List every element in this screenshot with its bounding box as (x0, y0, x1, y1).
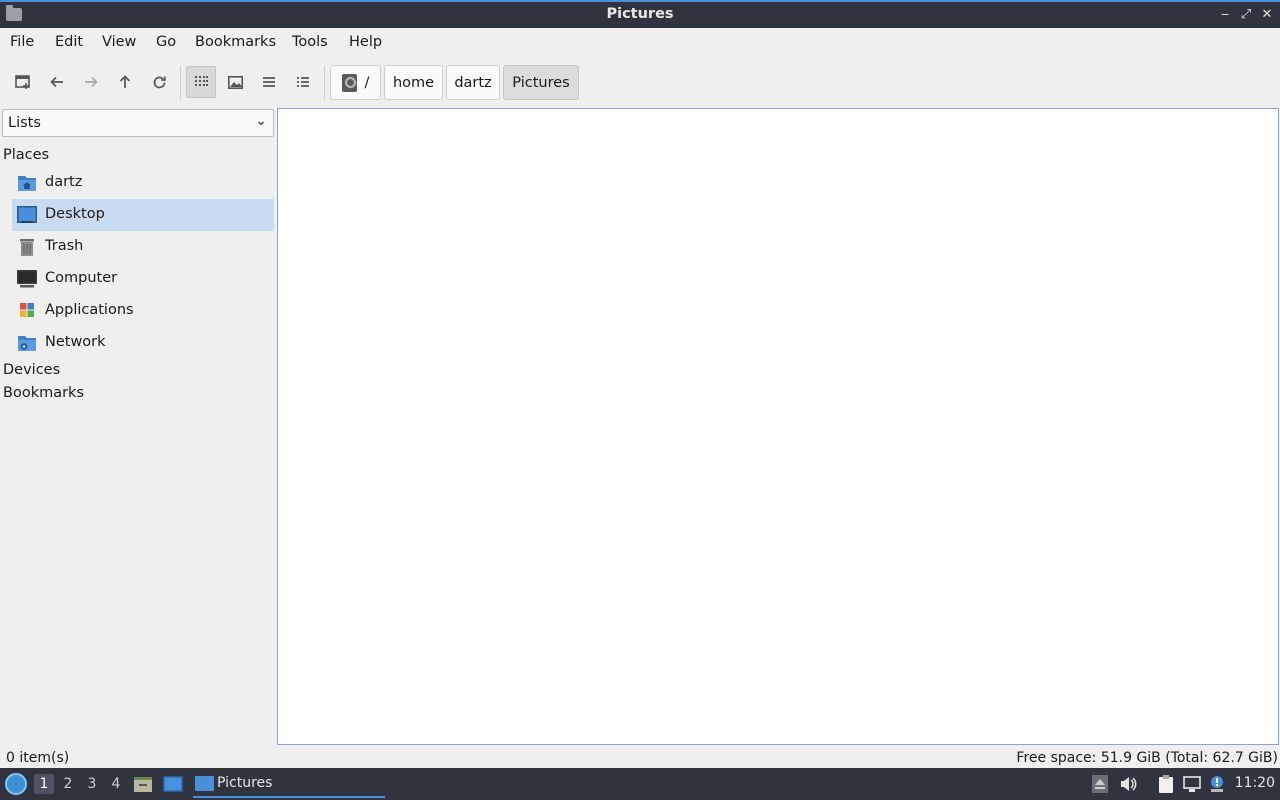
forward-arrow-icon (85, 76, 98, 88)
thumbnail-view-button[interactable] (220, 66, 250, 98)
sidebar-item-network[interactable]: Network (12, 327, 274, 359)
reload-icon (153, 76, 166, 88)
forward-button[interactable] (76, 66, 106, 98)
start-menu-icon[interactable] (5, 773, 27, 795)
notification-icon[interactable] (1208, 775, 1226, 793)
breadcrumb-label: / (364, 74, 370, 91)
volume-icon[interactable] (1119, 775, 1137, 793)
sidebar-item-label: Computer (45, 270, 118, 286)
eject-icon[interactable] (1091, 775, 1109, 793)
taskbar: 1 2 3 4 Pictures 11:20 (0, 768, 1280, 800)
file-view-area[interactable] (277, 108, 1279, 745)
free-space: Free space: 51.9 GiB (Total: 62.7 GiB) (1016, 750, 1278, 766)
trash-icon (20, 239, 34, 256)
workspace-4[interactable]: 4 (106, 774, 126, 794)
sidebar-item-label: dartz (45, 174, 83, 190)
toolbar-separator (324, 66, 325, 100)
side-pane-mode-select[interactable]: Lists ⌄ (2, 109, 274, 137)
workspace-2[interactable]: 2 (58, 774, 78, 794)
back-button[interactable] (42, 66, 72, 98)
sidebar-item-computer[interactable]: Computer (12, 263, 274, 295)
sidebar-item-trash[interactable]: Trash (12, 231, 274, 263)
icon-view-button[interactable] (186, 66, 216, 98)
thumbnail-view-icon (227, 75, 243, 89)
breadcrumb-root[interactable]: / (330, 65, 381, 100)
new-tab-icon (15, 75, 30, 89)
menu-go[interactable]: Go (156, 34, 176, 50)
sidebar-item-label: Desktop (45, 206, 105, 222)
menu-file[interactable]: File (10, 34, 34, 50)
sidebar-item-desktop[interactable]: Desktop (12, 199, 274, 231)
title-bar: Pictures ‒ ⤢ ✕ (0, 0, 1280, 28)
sidebar-item-applications[interactable]: Applications (12, 295, 274, 327)
file-manager-launcher-icon[interactable] (133, 774, 153, 794)
window-title: Pictures (606, 6, 674, 22)
back-arrow-icon (50, 76, 63, 88)
computer-icon (17, 270, 37, 288)
side-pane-mode-value: Lists (8, 115, 41, 131)
sidebar-item-label: Network (45, 334, 106, 350)
home-folder-icon (18, 176, 36, 191)
sidebar: Lists ⌄ Places dartz Desktop Trash Compu… (0, 106, 276, 746)
sidebar-item-label: Trash (45, 238, 84, 254)
breadcrumb-dartz[interactable]: dartz (446, 65, 500, 100)
folder-icon (195, 776, 214, 791)
task-label: Pictures (217, 775, 273, 791)
reload-button[interactable] (144, 66, 174, 98)
detailed-list-icon (297, 77, 309, 87)
clipboard-icon[interactable] (1157, 775, 1175, 793)
devices-header[interactable]: Devices (3, 362, 60, 378)
sidebar-item-label: Applications (45, 302, 134, 318)
bookmarks-header[interactable]: Bookmarks (3, 385, 84, 401)
toolbar: / home dartz Pictures (0, 56, 1280, 106)
menu-edit[interactable]: Edit (55, 34, 83, 50)
desktop-icon (17, 206, 37, 223)
workspace-1[interactable]: 1 (34, 774, 54, 794)
network-icon[interactable] (1183, 775, 1201, 793)
menu-bar: File Edit View Go Bookmarks Tools Help (0, 28, 1280, 56)
sidebar-item-dartz[interactable]: dartz (12, 167, 274, 199)
drive-icon (341, 73, 357, 92)
menu-tools[interactable]: Tools (292, 34, 328, 50)
minimize-button[interactable]: ‒ (1216, 5, 1234, 25)
breadcrumb-pictures[interactable]: Pictures (503, 65, 579, 100)
breadcrumb-home[interactable]: home (384, 65, 443, 100)
detailed-list-button[interactable] (288, 66, 318, 98)
clock[interactable]: 11:20 (1235, 775, 1275, 791)
new-tab-button[interactable] (8, 66, 38, 98)
menu-help[interactable]: Help (349, 34, 382, 50)
item-count: 0 item(s) (6, 750, 70, 766)
toolbar-separator (180, 66, 181, 100)
places-header[interactable]: Places (3, 147, 49, 163)
up-arrow-icon (119, 75, 131, 88)
menu-bookmarks[interactable]: Bookmarks (195, 34, 276, 50)
workspace-3[interactable]: 3 (82, 774, 102, 794)
menu-view[interactable]: View (102, 34, 136, 50)
network-folder-icon (18, 336, 36, 351)
chevron-down-icon: ⌄ (255, 113, 267, 129)
close-button[interactable]: ✕ (1258, 5, 1276, 25)
compact-view-button[interactable] (254, 66, 284, 98)
desktop-launcher-icon[interactable] (163, 774, 183, 794)
compact-view-icon (263, 77, 275, 87)
applications-icon (20, 303, 34, 317)
up-button[interactable] (110, 66, 140, 98)
taskbar-task-pictures[interactable]: Pictures (193, 770, 385, 798)
maximize-button[interactable]: ⤢ (1237, 5, 1255, 25)
status-bar: 0 item(s) Free space: 51.9 GiB (Total: 6… (0, 748, 1280, 768)
icon-view-icon (195, 76, 208, 86)
